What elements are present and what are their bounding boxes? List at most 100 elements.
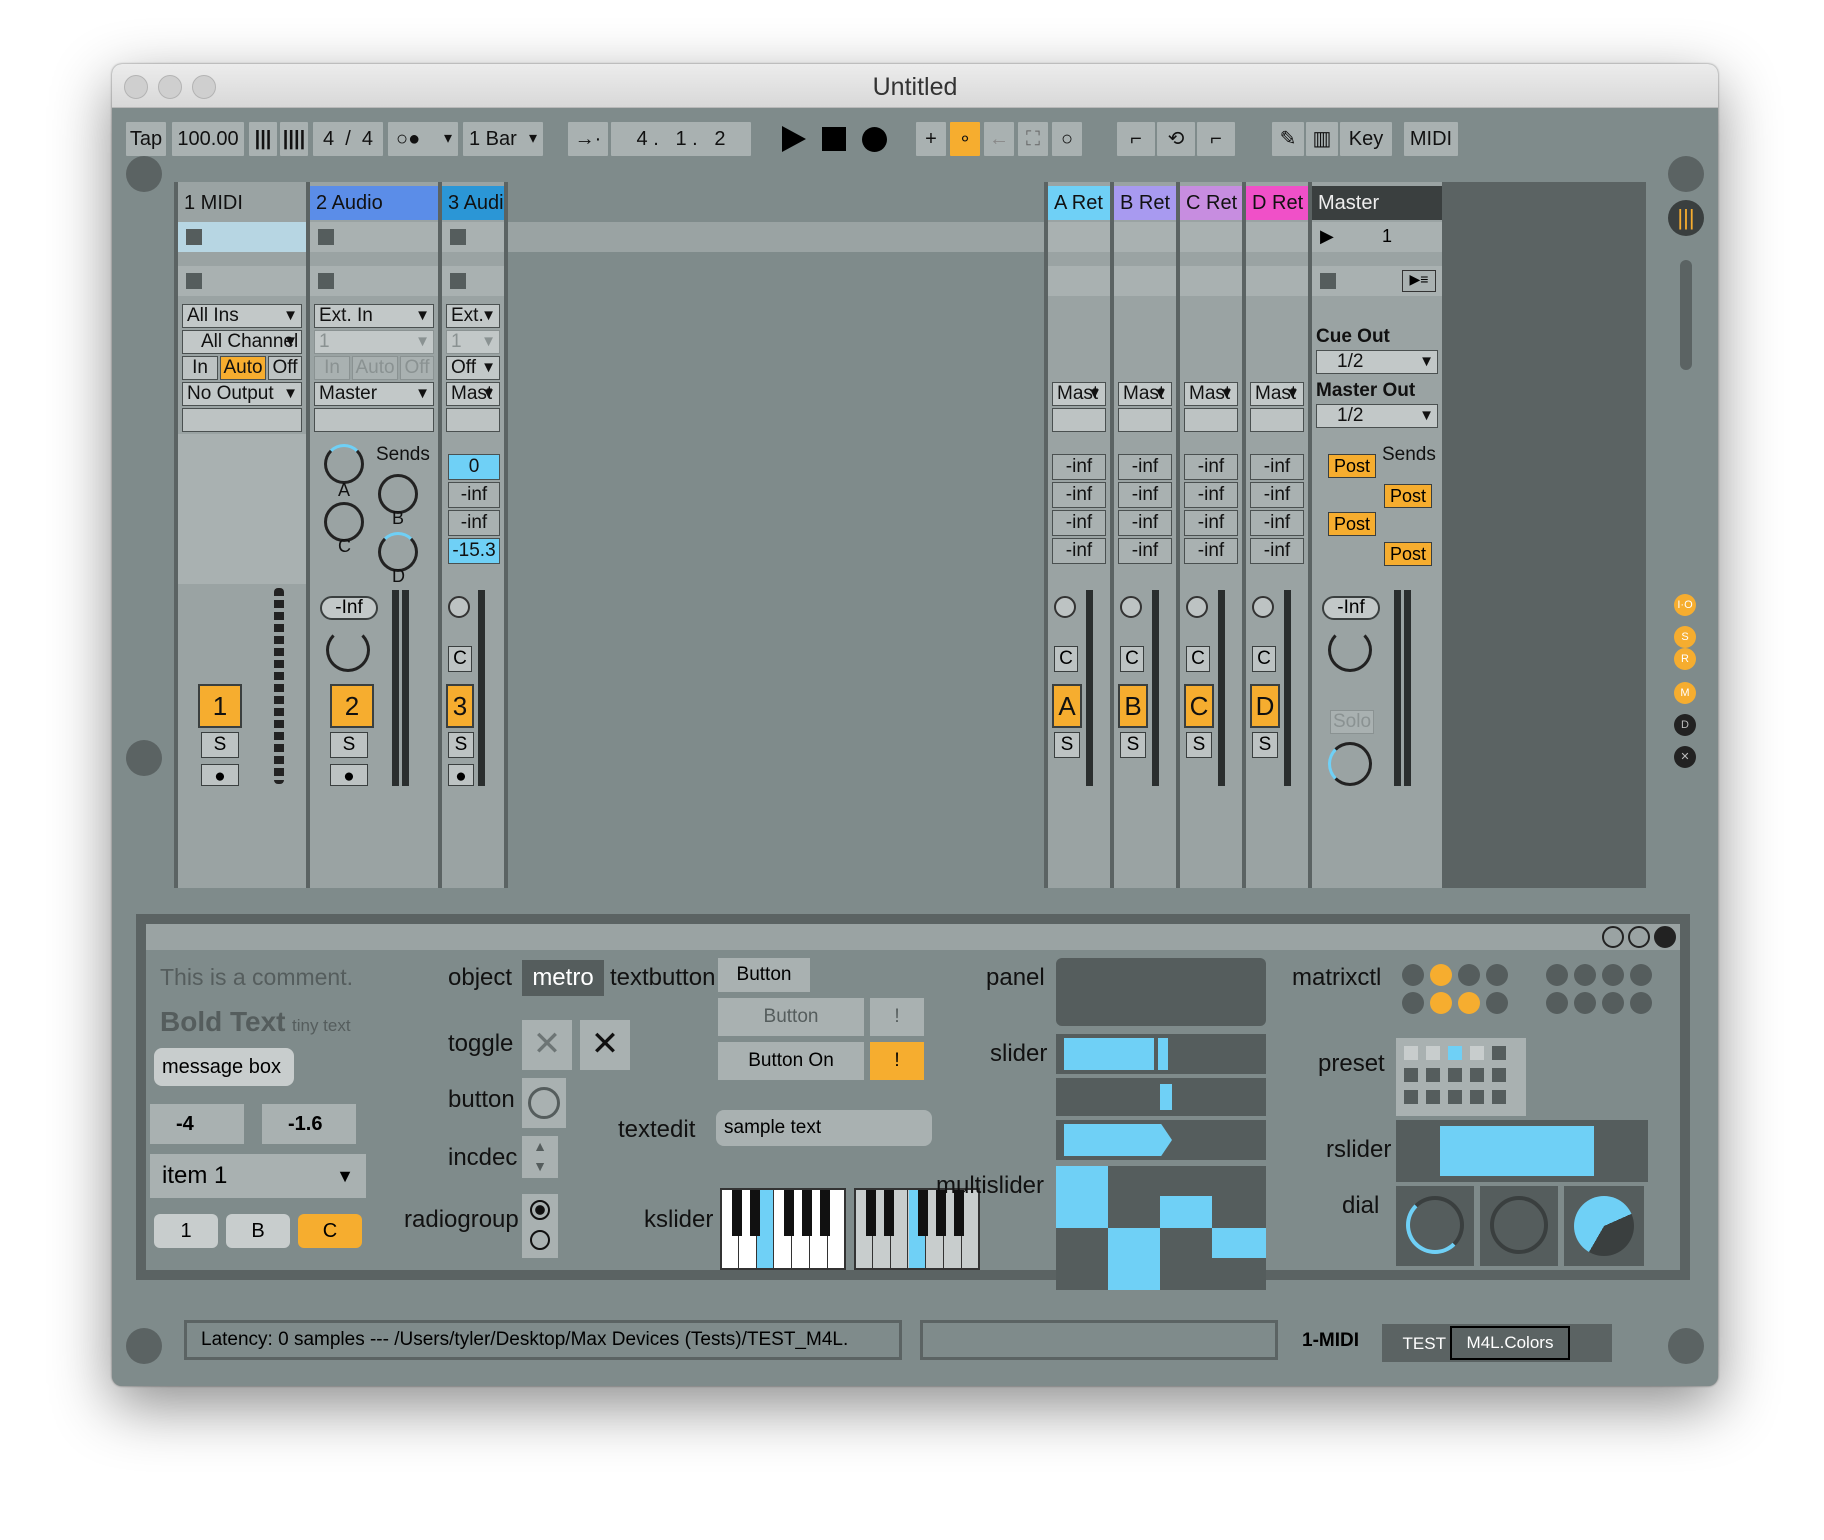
slider-2[interactable]: [1056, 1078, 1266, 1116]
stop-all-clips[interactable]: ▶≡: [1312, 266, 1442, 296]
stop-clips[interactable]: [1114, 266, 1176, 296]
output-channel[interactable]: [1250, 408, 1304, 432]
pan-icon[interactable]: [1054, 596, 1076, 618]
input-type-select[interactable]: All Ins: [182, 304, 302, 328]
arm-icon[interactable]: ●: [201, 764, 239, 787]
crossfade-button[interactable]: C: [1252, 646, 1276, 672]
pan-knob[interactable]: [1328, 628, 1372, 672]
monitor-select[interactable]: Off: [446, 356, 500, 380]
input-type-select[interactable]: Ext. In: [314, 304, 434, 328]
monitor-off[interactable]: Off: [400, 356, 434, 380]
send-a-value[interactable]: 0: [448, 454, 500, 480]
message-box[interactable]: message box: [154, 1048, 294, 1086]
volume-display[interactable]: -Inf: [1322, 596, 1380, 620]
send-value[interactable]: -inf: [1184, 482, 1238, 508]
capture-icon[interactable]: ⛶: [1018, 122, 1048, 156]
solo-mode-button[interactable]: Solo: [1330, 710, 1374, 734]
track-activator[interactable]: 3: [446, 684, 474, 728]
dial-1[interactable]: [1396, 1186, 1474, 1266]
play-arrow-icon[interactable]: [126, 1328, 162, 1364]
input-channel-select[interactable]: 1: [446, 330, 500, 354]
song-position-field[interactable]: 4 . 1 . 2: [611, 122, 751, 156]
back-to-arrangement-icon[interactable]: ←: [984, 122, 1014, 156]
send-d-value[interactable]: -15.3: [448, 538, 500, 564]
radio-off-icon[interactable]: [530, 1230, 550, 1250]
incdec-arrows-icon[interactable]: ▲ ▼: [522, 1136, 558, 1178]
track-activator[interactable]: A: [1052, 684, 1082, 728]
scene-launch[interactable]: ▶ 1: [1312, 222, 1442, 252]
midi-map-button[interactable]: MIDI: [1404, 122, 1458, 156]
track-title[interactable]: 1 MIDI: [178, 186, 306, 220]
edit-icon[interactable]: [1628, 926, 1650, 948]
kslider-keyboard-inactive[interactable]: [854, 1188, 980, 1270]
track-activator[interactable]: C: [1184, 684, 1214, 728]
computer-midi-keyboard-icon[interactable]: ▥: [1306, 122, 1338, 156]
umenu-select[interactable]: item 1 ▼: [150, 1154, 366, 1198]
clip-slot[interactable]: [310, 222, 438, 252]
clip-slot[interactable]: [1246, 222, 1308, 252]
send-value[interactable]: -inf: [1184, 510, 1238, 536]
exclaim-button-on[interactable]: !: [870, 1042, 924, 1080]
output-channel[interactable]: [446, 408, 500, 432]
textbutton-2[interactable]: Button: [718, 998, 864, 1036]
tempo-field[interactable]: 100.00: [172, 122, 244, 156]
send-value[interactable]: -inf: [1052, 482, 1106, 508]
solo-button[interactable]: S: [1120, 732, 1146, 758]
draw-mode-icon[interactable]: ✎: [1272, 122, 1304, 156]
stop-clips[interactable]: [442, 266, 504, 296]
freeze-icon[interactable]: [1602, 926, 1624, 948]
textbutton-1[interactable]: Button: [718, 958, 810, 992]
dial-2[interactable]: [1480, 1186, 1558, 1266]
crossfade-button[interactable]: C: [1186, 646, 1210, 672]
track-title[interactable]: A Ret: [1048, 186, 1110, 220]
punch-in-icon[interactable]: ⌐: [1117, 122, 1155, 156]
solo-button[interactable]: S: [448, 732, 474, 758]
number-box[interactable]: -4: [150, 1104, 244, 1144]
preset-grid[interactable]: [1396, 1038, 1526, 1116]
cue-out-select[interactable]: 1/2: [1316, 350, 1438, 374]
slider-3[interactable]: [1056, 1120, 1266, 1160]
section-toggle-r[interactable]: R: [1674, 648, 1696, 670]
metro-object[interactable]: metro: [522, 960, 604, 996]
monitor-auto[interactable]: Auto: [352, 356, 398, 380]
track-title[interactable]: B Ret: [1114, 186, 1176, 220]
metronome-icon[interactable]: ○●: [388, 122, 458, 156]
position-bar[interactable]: 4 .: [637, 128, 659, 150]
section-toggle-d[interactable]: D: [1674, 714, 1696, 736]
output-select[interactable]: Mast: [1184, 382, 1238, 406]
section-toggle-m[interactable]: M: [1674, 682, 1696, 704]
quantize-select[interactable]: 1 Bar: [463, 122, 543, 156]
pan-knob[interactable]: [326, 628, 370, 672]
post-a-button[interactable]: Post: [1328, 454, 1376, 478]
volume-display[interactable]: -Inf: [320, 596, 378, 620]
post-b-button[interactable]: Post: [1384, 484, 1432, 508]
kslider-keyboard[interactable]: [720, 1188, 846, 1270]
clip-slot[interactable]: [1048, 222, 1110, 252]
clip-view-icon[interactable]: [126, 740, 162, 776]
crossfade-button[interactable]: C: [1054, 646, 1078, 672]
pan-icon[interactable]: [1252, 596, 1274, 618]
radio-on-icon[interactable]: [530, 1200, 550, 1220]
overdub-icon[interactable]: +: [916, 122, 946, 156]
monitor-in[interactable]: In: [314, 356, 350, 380]
slider-1[interactable]: [1056, 1034, 1266, 1074]
send-value[interactable]: -inf: [1118, 482, 1172, 508]
view-toggle-icon[interactable]: [126, 156, 162, 192]
track-title[interactable]: 2 Audio: [310, 186, 438, 220]
pan-icon[interactable]: [1120, 596, 1142, 618]
stop-icon[interactable]: [822, 127, 846, 151]
save-icon[interactable]: [1654, 926, 1676, 948]
toggle-off-icon[interactable]: ✕: [522, 1020, 572, 1070]
tab-1[interactable]: 1: [154, 1214, 218, 1248]
track-title[interactable]: 3 Audi: [442, 186, 504, 220]
device-chain[interactable]: TEST M4L.Colors: [1382, 1324, 1612, 1362]
output-select[interactable]: No Output: [182, 382, 302, 406]
tap-button[interactable]: Tap: [126, 122, 166, 156]
track-activator[interactable]: 1: [198, 684, 242, 728]
float-number-box[interactable]: -1.6: [262, 1104, 356, 1144]
track-activator[interactable]: D: [1250, 684, 1280, 728]
track-title[interactable]: C Ret: [1180, 186, 1242, 220]
clip-slot[interactable]: [178, 222, 306, 252]
radiogroup[interactable]: [522, 1194, 558, 1258]
track-title[interactable]: D Ret: [1246, 186, 1308, 220]
